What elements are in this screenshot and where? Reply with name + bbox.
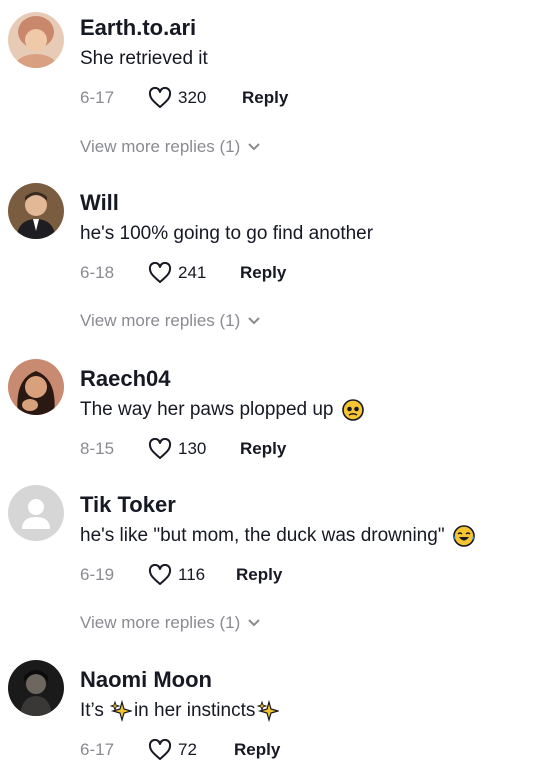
- like-count: 320: [178, 88, 207, 107]
- comment-meta: 8-15 130 Reply: [80, 437, 286, 461]
- comment-text-part2: in her instincts: [133, 700, 256, 721]
- reply-button[interactable]: Reply: [240, 439, 286, 459]
- comment-text: She retrieved it: [80, 48, 208, 69]
- pleading-face-emoji: [341, 399, 364, 421]
- avatar[interactable]: [8, 660, 64, 716]
- heart-icon: [148, 739, 172, 760]
- view-more-label: View more replies (1): [80, 613, 241, 632]
- comment-username[interactable]: Earth.to.ari: [80, 15, 196, 41]
- like-count: 72: [178, 740, 197, 759]
- reply-button[interactable]: Reply: [234, 740, 280, 760]
- comment-date: 6-19: [80, 565, 115, 584]
- like-button[interactable]: 130: [148, 438, 240, 460]
- comment-username[interactable]: Raech04: [80, 366, 171, 392]
- reply-button[interactable]: Reply: [242, 88, 288, 108]
- sparkles-emoji: [257, 700, 280, 722]
- comment-username[interactable]: Will: [80, 190, 119, 216]
- chevron-down-icon: [248, 143, 261, 151]
- avatar[interactable]: [8, 12, 64, 68]
- comment-text-content: The way her paws plopped up: [80, 399, 334, 420]
- tears-of-joy-emoji: [452, 525, 475, 547]
- like-button[interactable]: 72: [148, 739, 234, 761]
- comment-date: 6-18: [80, 263, 115, 282]
- like-button[interactable]: 116: [148, 564, 236, 586]
- heart-icon: [148, 438, 172, 459]
- heart-icon: [148, 262, 172, 283]
- comment-date: 6-17: [80, 88, 115, 107]
- comment-date: 8-15: [80, 439, 115, 458]
- view-more-replies[interactable]: View more replies (1): [80, 311, 261, 331]
- heart-icon: [148, 564, 172, 585]
- comment-text: It’s in her instincts: [80, 699, 281, 723]
- chevron-down-icon: [248, 619, 261, 627]
- comment-text-part1: It’s: [80, 700, 104, 721]
- view-more-label: View more replies (1): [80, 311, 241, 330]
- comment-text: The way her paws plopped up: [80, 398, 366, 422]
- sparkles-emoji: [109, 700, 132, 722]
- like-count: 241: [178, 263, 207, 282]
- comment-date: 6-17: [80, 740, 115, 759]
- view-more-label: View more replies (1): [80, 137, 241, 156]
- comment-meta: 6-19 116 Reply: [80, 563, 282, 587]
- comment-text: he's like "but mom, the duck was drownin…: [80, 524, 477, 548]
- like-count: 130: [178, 439, 207, 458]
- comment-meta: 6-17 320 Reply: [80, 86, 288, 110]
- comment-text: he's 100% going to go find another: [80, 223, 374, 244]
- heart-icon: [148, 87, 172, 108]
- comment-text-content: he's like "but mom, the duck was drownin…: [80, 525, 445, 546]
- avatar[interactable]: [8, 183, 64, 239]
- reply-button[interactable]: Reply: [236, 565, 282, 585]
- comment-username[interactable]: Tik Toker: [80, 492, 176, 518]
- view-more-replies[interactable]: View more replies (1): [80, 137, 261, 157]
- avatar[interactable]: [8, 485, 64, 541]
- reply-button[interactable]: Reply: [240, 263, 286, 283]
- view-more-replies[interactable]: View more replies (1): [80, 613, 261, 633]
- chevron-down-icon: [248, 317, 261, 325]
- comment-meta: 6-17 72 Reply: [80, 738, 280, 762]
- avatar[interactable]: [8, 359, 64, 415]
- like-button[interactable]: 320: [148, 87, 240, 109]
- comment-list: Earth.to.ari She retrieved it 6-17 320 R…: [0, 0, 556, 767]
- like-count: 116: [178, 565, 206, 584]
- comment-meta: 6-18 241 Reply: [80, 261, 286, 285]
- like-button[interactable]: 241: [148, 262, 240, 284]
- comment-username[interactable]: Naomi Moon: [80, 667, 212, 693]
